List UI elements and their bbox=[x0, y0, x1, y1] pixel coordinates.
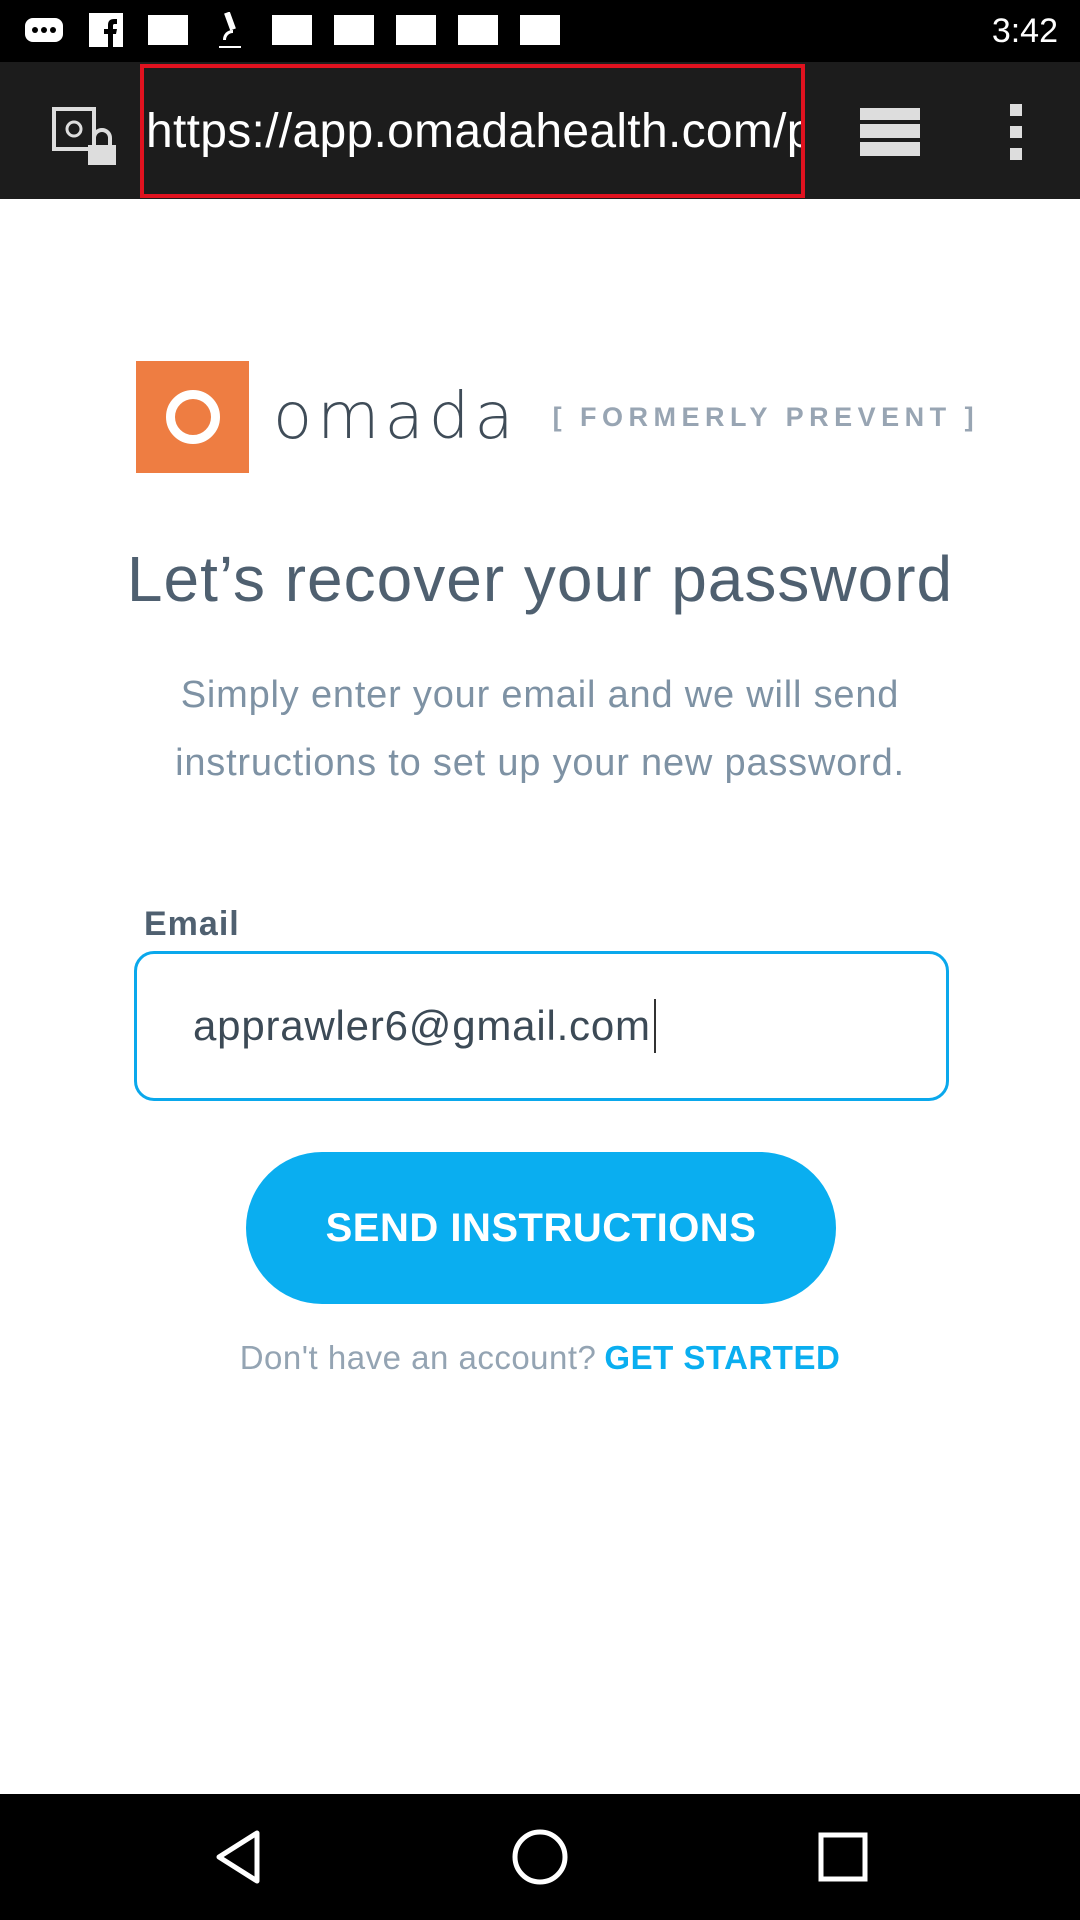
omada-logo-mark bbox=[136, 361, 249, 473]
logo-wordmark: omada bbox=[273, 380, 519, 454]
email-field[interactable]: apprawler6@gmail.com bbox=[134, 951, 949, 1101]
signup-prompt: Don't have an account? GET STARTED bbox=[0, 1339, 1080, 1377]
recents-icon[interactable] bbox=[808, 1824, 878, 1890]
no-account-text: Don't have an account? bbox=[239, 1339, 597, 1376]
secure-site-icon[interactable] bbox=[52, 107, 122, 167]
more-notifications-icon bbox=[24, 12, 64, 48]
text-caret bbox=[653, 999, 656, 1053]
url-bar[interactable]: https://app.omadahealth.com/p bbox=[140, 64, 805, 198]
image-icon bbox=[148, 12, 188, 48]
notification-icons bbox=[24, 12, 560, 48]
browser-toolbar: https://app.omadahealth.com/p bbox=[0, 62, 1080, 199]
overflow-menu-icon[interactable] bbox=[996, 102, 1036, 162]
clock: 3:42 bbox=[991, 12, 1058, 50]
home-icon[interactable] bbox=[505, 1824, 575, 1890]
navigation-bar bbox=[0, 1794, 1080, 1920]
image-icon bbox=[458, 12, 498, 48]
web-page: omada [ FORMERLY PREVENT ] Let’s recover… bbox=[0, 199, 1080, 1794]
image-icon bbox=[396, 12, 436, 48]
omada-logo: omada [ FORMERLY PREVENT ] bbox=[136, 361, 979, 473]
back-icon[interactable] bbox=[203, 1824, 273, 1890]
page-subtitle: Simply enter your email and we will send… bbox=[175, 674, 905, 784]
get-started-link[interactable]: GET STARTED bbox=[604, 1339, 840, 1376]
tabs-icon[interactable] bbox=[858, 106, 922, 158]
page-title: Let’s recover your password bbox=[126, 543, 954, 615]
facebook-icon bbox=[86, 12, 126, 48]
email-field-value: apprawler6@gmail.com bbox=[193, 1002, 651, 1049]
status-bar: 3:42 bbox=[0, 0, 1080, 62]
url-text: https://app.omadahealth.com/p bbox=[146, 104, 805, 158]
email-label: Email bbox=[144, 905, 240, 943]
image-icon bbox=[272, 12, 312, 48]
send-instructions-button[interactable]: SEND INSTRUCTIONS bbox=[246, 1152, 836, 1304]
microscope-icon bbox=[210, 12, 250, 48]
image-icon bbox=[334, 12, 374, 48]
image-icon bbox=[520, 12, 560, 48]
logo-formerly-text: [ FORMERLY PREVENT ] bbox=[552, 401, 980, 432]
